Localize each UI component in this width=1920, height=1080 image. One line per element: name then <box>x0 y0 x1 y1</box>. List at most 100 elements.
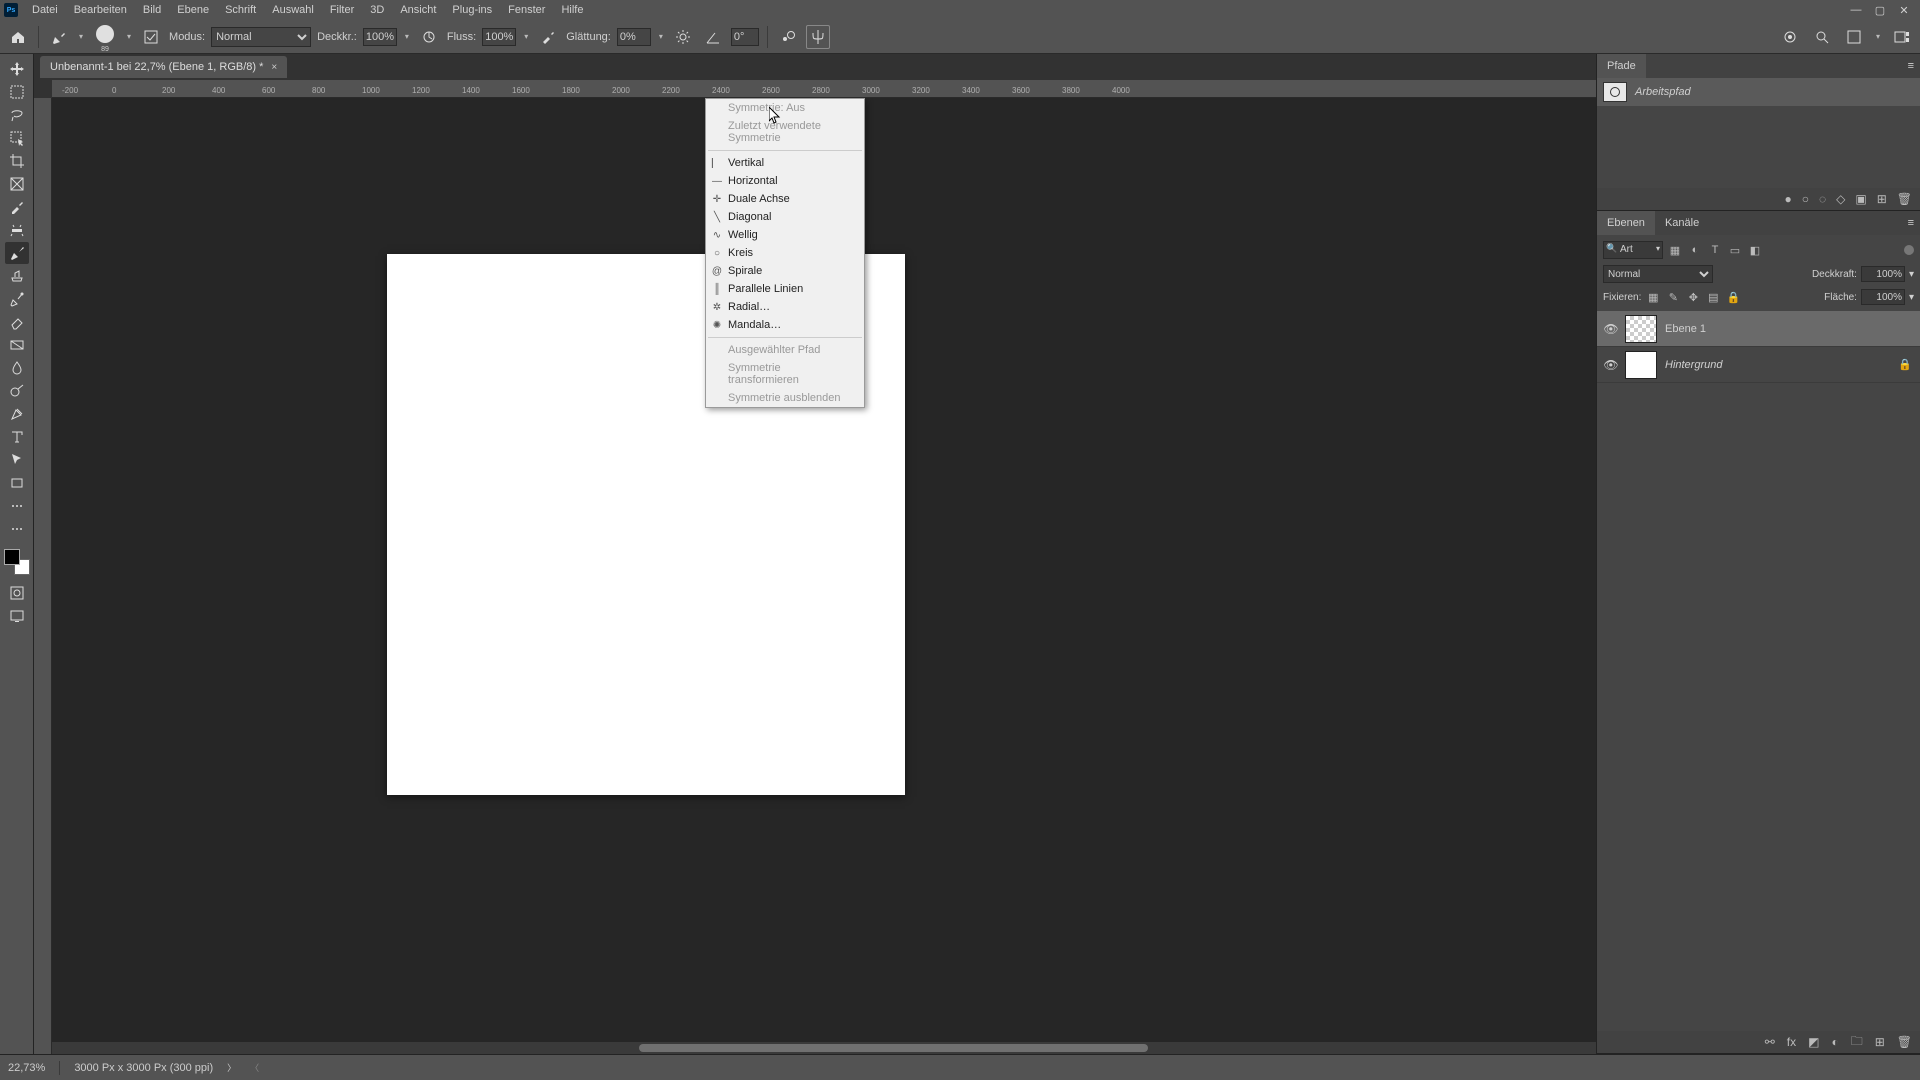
layer-opacity-field[interactable] <box>1861 266 1905 282</box>
delete-path-button[interactable]: 🗑 <box>1897 192 1912 206</box>
move-tool[interactable] <box>5 58 29 80</box>
filter-type-icon[interactable]: T <box>1707 242 1723 258</box>
document-tab-close[interactable]: × <box>271 62 277 73</box>
screen-mode-button[interactable] <box>5 605 29 627</box>
path-item[interactable]: Arbeitspfad <box>1597 78 1920 106</box>
symmetry-radial[interactable]: ✲Radial… <box>706 298 864 316</box>
filter-smart-icon[interactable]: ◧ <box>1747 242 1763 258</box>
opacity-arrow[interactable]: ▾ <box>403 32 411 41</box>
new-path-button[interactable]: ⊞ <box>1877 192 1887 206</box>
menu-bild[interactable]: Bild <box>135 0 169 20</box>
symmetry-diagonal[interactable]: ╲Diagonal <box>706 208 864 226</box>
symmetry-circle[interactable]: ○Kreis <box>706 244 864 262</box>
window-minimize-button[interactable]: — <box>1848 4 1864 17</box>
symmetry-horizontal[interactable]: —Horizontal <box>706 172 864 190</box>
layer-fill-arrow[interactable]: ▾ <box>1909 292 1914 303</box>
workspace-switcher-button[interactable] <box>1890 25 1914 49</box>
opacity-pressure-button[interactable] <box>417 25 441 49</box>
home-button[interactable] <box>6 25 30 49</box>
brush-settings-panel-button[interactable] <box>139 25 163 49</box>
menu-schrift[interactable]: Schrift <box>217 0 264 20</box>
ruler-vertical[interactable] <box>34 98 52 1054</box>
arrange-documents-arrow[interactable]: ▾ <box>1874 32 1882 41</box>
window-maximize-button[interactable]: ▢ <box>1872 4 1888 17</box>
smoothing-field[interactable] <box>617 28 651 46</box>
canvas-area[interactable]: Symmetrie: Aus Zuletzt verwendete Symmet… <box>52 98 1596 1042</box>
document-dimensions[interactable]: 3000 Px x 3000 Px (300 ppi) <box>74 1062 213 1074</box>
menu-ansicht[interactable]: Ansicht <box>392 0 444 20</box>
eyedropper-tool[interactable] <box>5 196 29 218</box>
lock-transparent-icon[interactable]: ▦ <box>1645 289 1661 305</box>
brush-picker-arrow[interactable]: ▾ <box>125 32 133 41</box>
filter-adjust-icon[interactable]: ◐ <box>1687 242 1703 258</box>
symmetry-parallel[interactable]: ║Parallele Linien <box>706 280 864 298</box>
frame-tool[interactable] <box>5 173 29 195</box>
lasso-tool[interactable] <box>5 104 29 126</box>
search-button[interactable] <box>1810 25 1834 49</box>
tab-pfade[interactable]: Pfade <box>1597 54 1646 78</box>
lock-image-icon[interactable]: ✎ <box>1665 289 1681 305</box>
cloud-docs-button[interactable] <box>1778 25 1802 49</box>
menu-fenster[interactable]: Fenster <box>500 0 553 20</box>
tool-preset-picker[interactable] <box>47 25 71 49</box>
filter-shape-icon[interactable]: ▭ <box>1727 242 1743 258</box>
document-tab[interactable]: Unbenannt-1 bei 22,7% (Ebene 1, RGB/8) *… <box>40 56 287 78</box>
menu-3d[interactable]: 3D <box>362 0 392 20</box>
history-brush-tool[interactable] <box>5 288 29 310</box>
status-prev[interactable]: 〈 <box>250 1061 259 1074</box>
path-selection-button[interactable]: ◌ <box>1819 192 1826 206</box>
brush-preview[interactable] <box>91 20 119 48</box>
layers-panel-menu[interactable]: ≡ <box>1902 217 1920 229</box>
more-tools[interactable] <box>5 495 29 517</box>
symmetry-mandala[interactable]: ✺Mandala… <box>706 316 864 334</box>
symmetry-button[interactable] <box>806 25 830 49</box>
path-selection-tool[interactable] <box>5 449 29 471</box>
ruler-horizontal[interactable]: -200020040060080010001200140016001800200… <box>52 80 1596 98</box>
object-selection-tool[interactable] <box>5 127 29 149</box>
filter-toggle[interactable] <box>1904 245 1914 255</box>
clone-stamp-tool[interactable] <box>5 265 29 287</box>
layer-filter-type[interactable]: 🔍Art▾ <box>1603 241 1663 259</box>
layer-opacity-arrow[interactable]: ▾ <box>1909 269 1914 280</box>
menu-hilfe[interactable]: Hilfe <box>553 0 591 20</box>
tab-ebenen[interactable]: Ebenen <box>1597 211 1655 235</box>
menu-plugins[interactable]: Plug-ins <box>444 0 500 20</box>
size-pressure-button[interactable] <box>776 25 800 49</box>
layer-fill-field[interactable] <box>1861 289 1905 305</box>
smoothing-arrow[interactable]: ▾ <box>657 32 665 41</box>
status-arrow[interactable]: 〉 <box>227 1061 236 1074</box>
path-stroke-button[interactable]: ○ <box>1802 192 1809 206</box>
type-tool[interactable] <box>5 426 29 448</box>
rectangle-tool[interactable] <box>5 472 29 494</box>
pen-tool[interactable] <box>5 403 29 425</box>
angle-button[interactable] <box>701 25 725 49</box>
zoom-level[interactable]: 22,73% <box>8 1062 45 1074</box>
angle-field[interactable] <box>731 28 759 46</box>
layer-style-button[interactable]: fx <box>1787 1035 1796 1049</box>
delete-layer-button[interactable]: 🗑 <box>1897 1035 1912 1049</box>
brush-tool[interactable] <box>5 242 29 264</box>
foreground-color[interactable] <box>4 549 20 565</box>
lock-position-icon[interactable]: ✥ <box>1685 289 1701 305</box>
blur-tool[interactable] <box>5 357 29 379</box>
filter-pixel-icon[interactable]: ▦ <box>1667 242 1683 258</box>
path-mask-button[interactable]: ▣ <box>1855 192 1866 206</box>
layer-visibility-toggle[interactable]: 👁 <box>1597 358 1625 372</box>
layer-mask-button[interactable]: ◩ <box>1808 1035 1819 1049</box>
symmetry-vertical[interactable]: ⎸Vertikal <box>706 154 864 172</box>
path-from-selection-button[interactable]: ◇ <box>1836 192 1845 206</box>
tab-kanaele[interactable]: Kanäle <box>1655 211 1709 235</box>
new-layer-button[interactable]: ⊞ <box>1875 1035 1885 1049</box>
layer-row[interactable]: 👁 Hintergrund 🔒 <box>1597 347 1920 383</box>
adjustment-layer-button[interactable]: ◐ <box>1831 1035 1838 1049</box>
crop-tool[interactable] <box>5 150 29 172</box>
layer-name[interactable]: Hintergrund <box>1665 359 1722 371</box>
blend-mode-select[interactable]: Normal <box>211 27 311 47</box>
paths-panel-menu[interactable]: ≡ <box>1902 60 1920 72</box>
airbrush-button[interactable] <box>536 25 560 49</box>
menu-filter[interactable]: Filter <box>322 0 362 20</box>
opacity-field[interactable] <box>363 28 397 46</box>
layer-thumbnail[interactable] <box>1625 351 1657 379</box>
layer-group-button[interactable]: 🗀 <box>1851 1032 1863 1053</box>
symmetry-spiral[interactable]: @Spirale <box>706 262 864 280</box>
